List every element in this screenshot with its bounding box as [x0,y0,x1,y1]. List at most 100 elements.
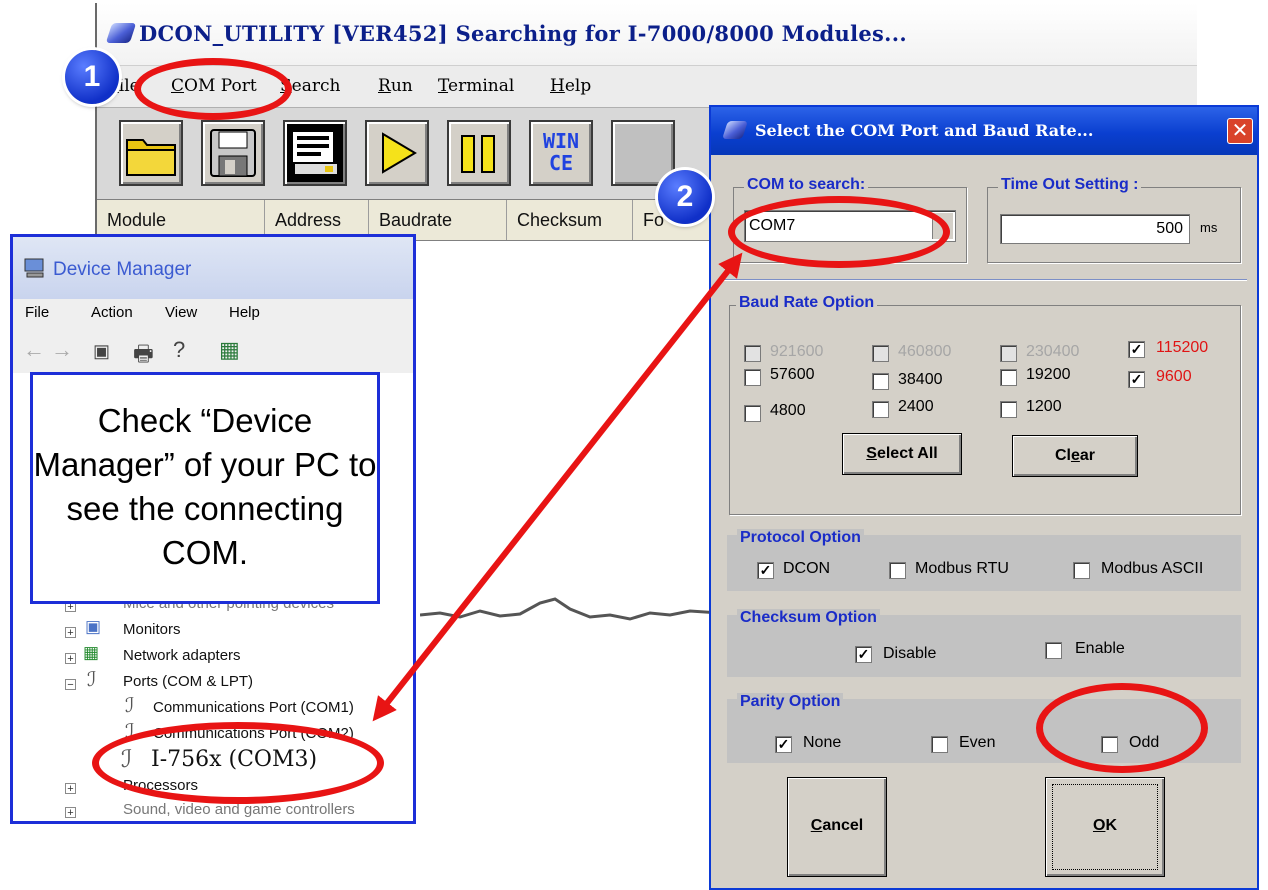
baud-230400-checkbox[interactable] [1000,345,1017,362]
dm-menu-file[interactable]: File [25,304,49,321]
close-icon: ✕ [1231,120,1249,142]
timeout-unit: ms [1200,220,1218,235]
printer-terminal-icon [293,132,337,174]
expand-network-icon[interactable]: + [65,653,76,665]
baud-460800-checkbox[interactable] [872,345,889,362]
pause-button[interactable] [447,120,511,186]
dialog-title-bar: Select the COM Port and Baud Rate... ✕ [711,107,1257,155]
baud-1200-checkbox[interactable] [1000,401,1017,418]
scan-hardware-icon[interactable]: ▦ [219,337,240,363]
baud-57600-checkbox[interactable] [744,369,761,386]
dialog-title: Select the COM Port and Baud Rate... [755,121,1094,140]
wince-button[interactable]: WIN CE [529,120,593,186]
tree-item-monitors[interactable]: Monitors [123,621,181,638]
protocol-modbus-ascii-label: Modbus ASCII [1101,560,1204,577]
baud-4800-label: 4800 [770,402,806,419]
tree-item-ports[interactable]: Ports (COM & LPT) [123,673,253,690]
protocol-modbus-rtu-checkbox[interactable] [889,562,906,579]
checksum-enable-checkbox[interactable] [1045,642,1062,659]
baud-921600-checkbox[interactable] [744,345,761,362]
baud-38400-label: 38400 [898,371,943,388]
folder-icon [126,139,176,176]
baud-921600-label: 921600 [770,343,824,360]
checksum-disable-checkbox[interactable]: ✓ [855,646,872,663]
timeout-input[interactable]: 500 [1000,214,1190,244]
dm-menu-help[interactable]: Help [229,304,260,321]
baud-57600-label: 57600 [770,366,815,383]
dcon-title-bar: DCON_UTILITY [VER452] Searching for I-70… [97,3,1197,65]
baud-115200-checkbox[interactable]: ✓ [1128,341,1145,358]
cancel-button[interactable]: Cancel [787,777,887,877]
timeout-group: Time Out Setting : 500 ms [987,176,1241,263]
baud-2400-checkbox[interactable] [872,401,889,418]
com-search-label: COM to search: [744,176,869,194]
baud-19200-label: 19200 [1026,366,1071,383]
parity-none-checkbox[interactable]: ✓ [775,736,792,753]
save-button[interactable] [201,120,265,186]
tree-item-network-adapters[interactable]: Network adapters [123,647,241,664]
highlight-com3-port [92,722,384,804]
dm-menu-view[interactable]: View [165,304,197,321]
back-arrow-icon[interactable]: ← [23,337,45,363]
instruction-callout: Check “Device Manager” of your PC to see… [30,372,380,604]
help-icon[interactable]: ? [173,337,185,363]
select-all-button[interactable]: Select All [842,433,962,475]
protocol-group: Protocol Option ✓ DCON Modbus RTU Modbus… [727,529,1241,591]
close-button[interactable]: ✕ [1227,118,1253,144]
step-1-badge: 1 [65,50,119,104]
menu-terminal[interactable]: Terminal [438,76,514,96]
collapse-ports-icon[interactable]: − [65,679,76,691]
baud-1200-label: 1200 [1026,398,1062,415]
dm-menu-action[interactable]: Action [91,304,133,321]
expand-sound-icon[interactable]: + [65,807,76,819]
device-manager-toolbar: ← → ▣ 🖶 ? ▦ [13,329,413,375]
baud-460800-label: 460800 [898,343,952,360]
play-icon [382,132,417,174]
checksum-label: Checksum Option [737,609,880,627]
baud-230400-label: 230400 [1026,343,1080,360]
parity-even-label: Even [959,734,996,751]
parity-even-checkbox[interactable] [931,736,948,753]
dcon-title: DCON_UTILITY [VER452] Searching for I-70… [139,21,907,46]
run-button[interactable] [365,120,429,186]
menu-run[interactable]: Run [378,76,413,96]
menu-help[interactable]: Help [550,76,591,96]
column-checksum[interactable]: Checksum [507,200,633,240]
baud-9600-checkbox[interactable]: ✓ [1128,371,1145,388]
print-icon[interactable]: 🖶 [133,337,154,375]
checksum-enable-label: Enable [1075,640,1125,657]
highlight-odd-parity [1036,683,1208,773]
highlight-com-port-menu [134,58,292,120]
expand-monitors-icon[interactable]: + [65,627,76,639]
baud-38400-checkbox[interactable] [872,373,889,390]
protocol-dcon-checkbox[interactable]: ✓ [757,562,774,579]
ok-button[interactable]: OK [1045,777,1165,877]
baud-19200-checkbox[interactable] [1000,369,1017,386]
baud-9600-label: 9600 [1156,368,1192,385]
protocol-modbus-ascii-checkbox[interactable] [1073,562,1090,579]
expand-processors-icon[interactable]: + [65,783,76,795]
parity-label: Parity Option [737,693,844,711]
clear-button[interactable]: Clear [1012,435,1138,477]
torn-edge-decoration [420,597,720,621]
app-icon [105,23,137,43]
properties-icon[interactable]: ▣ [93,341,110,362]
device-manager-menu: File Action View Help [13,299,413,330]
protocol-dcon-label: DCON [783,560,831,577]
protocol-label: Protocol Option [737,529,864,547]
tree-item-com1[interactable]: Communications Port (COM1) [153,699,354,716]
parity-none-label: None [803,734,842,751]
protocol-modbus-rtu-label: Modbus RTU [915,560,1009,577]
com-port-icon: ℐ [125,695,135,717]
baud-4800-checkbox[interactable] [744,405,761,422]
computer-icon [24,258,44,278]
checksum-group: Checksum Option ✓ Disable Enable [727,609,1241,677]
baud-115200-label: 115200 [1156,339,1209,356]
open-folder-button[interactable] [119,120,183,186]
toolbar-blank-button[interactable] [611,120,675,186]
forward-arrow-icon[interactable]: → [51,337,73,363]
baud-2400-label: 2400 [898,398,934,415]
network-adapter-icon: ▦ [83,643,100,662]
terminal-button[interactable] [283,120,347,186]
floppy-disk-icon [210,129,256,177]
